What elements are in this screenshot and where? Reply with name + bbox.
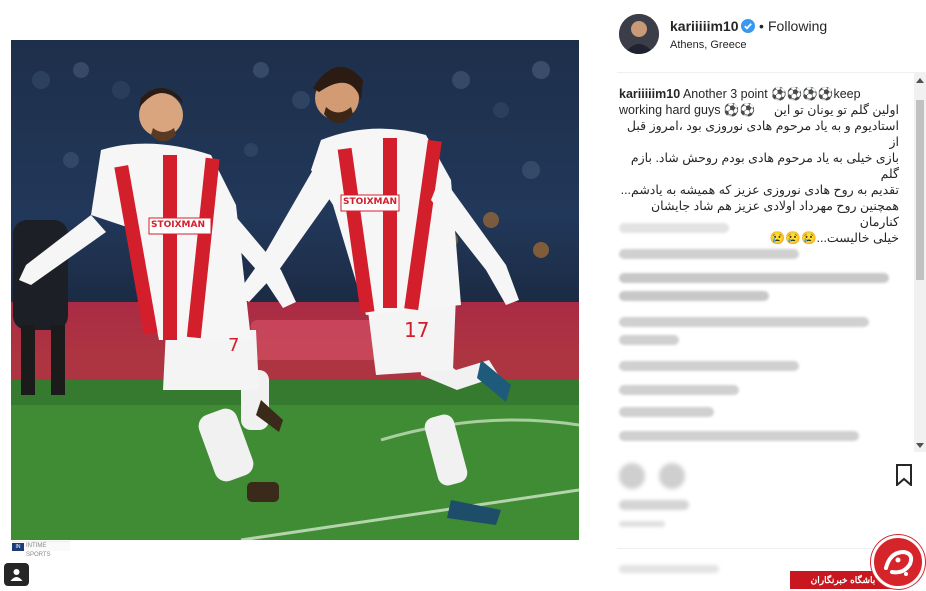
like-icon[interactable] [619, 463, 645, 489]
caption-text-line2-rtl: اولین گلم تو یونان تو این [773, 103, 899, 117]
jersey-number-left: 7 [228, 335, 240, 356]
caption-rtl-line: استادیوم و به یاد مرحوم هادی نوروزی بود … [626, 119, 899, 149]
add-comment-input-blurred[interactable] [619, 565, 719, 573]
post-username[interactable]: kariiiiim10 [670, 18, 739, 34]
comment-icon[interactable] [659, 463, 685, 489]
blurred-comment [619, 385, 739, 395]
blurred-comment [619, 249, 799, 259]
caption-first-line: kariiiiim10 Another 3 point ⚽⚽⚽⚽keep [619, 86, 899, 102]
photo-credit-text: ΙΝΤΙΜΕ SPORTS [26, 543, 51, 558]
blurred-comment [619, 291, 769, 301]
post-actions-bar [617, 455, 915, 495]
post-side-panel: kariiiiim10 • Following Athens, Greece k… [607, 0, 926, 591]
comment-box-divider [617, 548, 915, 549]
photo-credit: IN ΙΝΤΙΜΕ SPORTS [12, 541, 70, 558]
post-date-blurred [619, 521, 665, 527]
caption-rtl-line: تقدیم به روح هادی نوروزی عزیز که همیشه ب… [620, 183, 899, 197]
caption-username[interactable]: kariiiiim10 [619, 87, 680, 101]
instagram-post-page: STOIXMAN STOIXMAN 7 17 IN ΙΝΤΙΜΕ SPORTS … [0, 0, 926, 591]
jersey-sponsor-right: STOIXMAN [343, 197, 398, 207]
caption-second-line: working hard guys ⚽⚽ اولین گلم تو یونان … [619, 102, 899, 118]
scrollbar-thumb[interactable] [916, 100, 924, 280]
avatar[interactable] [619, 14, 659, 54]
avatar-image [619, 14, 659, 54]
scroll-down-arrow-icon[interactable] [916, 443, 924, 448]
blurred-comment [619, 361, 799, 371]
comments-scrollbar[interactable] [914, 72, 926, 452]
likes-count-blurred [619, 500, 689, 510]
post-photo[interactable]: STOIXMAN STOIXMAN 7 17 [11, 40, 579, 540]
blurred-comment [619, 431, 859, 441]
blurred-comment [619, 273, 889, 283]
jersey-number-right: 17 [404, 318, 430, 342]
blurred-comment [619, 317, 869, 327]
tagged-people-button[interactable] [4, 563, 29, 586]
header-divider [617, 72, 915, 73]
blurred-comments-list [617, 215, 909, 450]
watermark-logo-glyph [884, 549, 914, 576]
blurred-comment [619, 335, 679, 345]
verified-badge-icon [741, 19, 755, 33]
following-button[interactable]: Following [768, 18, 827, 34]
caption-text-line1: Another 3 point ⚽⚽⚽⚽keep [682, 87, 861, 101]
football-celebration-illustration [11, 61, 579, 540]
blurred-comment [619, 407, 714, 417]
bookmark-icon[interactable] [894, 464, 914, 486]
tagged-people-icon [10, 569, 23, 581]
blurred-comment [619, 223, 729, 233]
watermark-logo [871, 535, 925, 589]
header-separator: • [759, 18, 764, 34]
caption-text-line2: working hard guys ⚽⚽ [619, 103, 756, 117]
caption-rtl-line: بازی خیلی به یاد مرحوم هادی بودم روحش شا… [630, 151, 899, 181]
scroll-up-arrow-icon[interactable] [916, 78, 924, 83]
jersey-sponsor-left: STOIXMAN [151, 220, 206, 230]
post-location[interactable]: Athens, Greece [670, 39, 746, 51]
photo-credit-badge: IN [12, 543, 24, 551]
